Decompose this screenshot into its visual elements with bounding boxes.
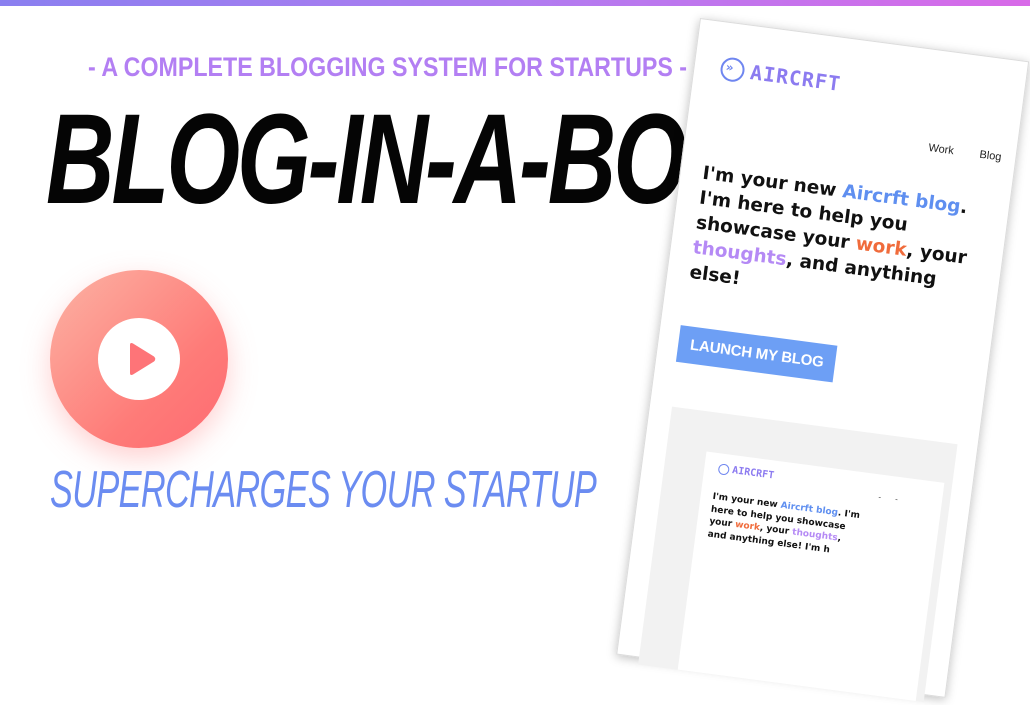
mockup-hero-text: I'm your new Aircrft blog. I'm here to h… bbox=[688, 161, 982, 321]
nav-item-blog[interactable]: Blog bbox=[979, 149, 1002, 164]
aircrft-logo-icon: » bbox=[719, 56, 746, 84]
mockup-nav: Work Blog bbox=[928, 142, 1002, 163]
mini-preview-card: AIRCRFT - - I'm your new Aircrft blog. I… bbox=[677, 451, 945, 701]
mockup-hero-work: work bbox=[854, 233, 908, 261]
nav-item-work[interactable]: Work bbox=[928, 142, 955, 157]
mini-hero-part3: , your bbox=[759, 523, 793, 538]
hero-tagline: - A COMPLETE BLOGGING SYSTEM FOR STARTUP… bbox=[88, 52, 688, 82]
top-gradient-bar bbox=[0, 0, 1030, 6]
launch-blog-button[interactable]: LAUNCH MY BLOG bbox=[675, 325, 838, 383]
mini-logo-text: AIRCRFT bbox=[731, 465, 775, 482]
mini-hero-work: work bbox=[734, 519, 761, 534]
play-video-button[interactable] bbox=[50, 270, 228, 448]
mockup-hero-part3: , your bbox=[905, 240, 968, 269]
mockup-logo[interactable]: » AIRCRFT bbox=[719, 56, 842, 96]
mini-aircrft-logo-icon bbox=[717, 463, 730, 476]
mini-logo: AIRCRFT bbox=[717, 463, 775, 482]
play-button-inner bbox=[98, 318, 180, 400]
mini-nav-dots: - - bbox=[877, 492, 905, 505]
play-icon bbox=[130, 343, 156, 375]
mockup-preview-panel: AIRCRFT - - I'm your new Aircrft blog. I… bbox=[638, 406, 958, 703]
hero-headline: BLOG-IN-A-BOX bbox=[46, 88, 747, 231]
hero-subtitle: SUPERCHARGES YOUR STARTUP bbox=[50, 461, 597, 519]
mockup-logo-text: AIRCRFT bbox=[748, 60, 843, 96]
